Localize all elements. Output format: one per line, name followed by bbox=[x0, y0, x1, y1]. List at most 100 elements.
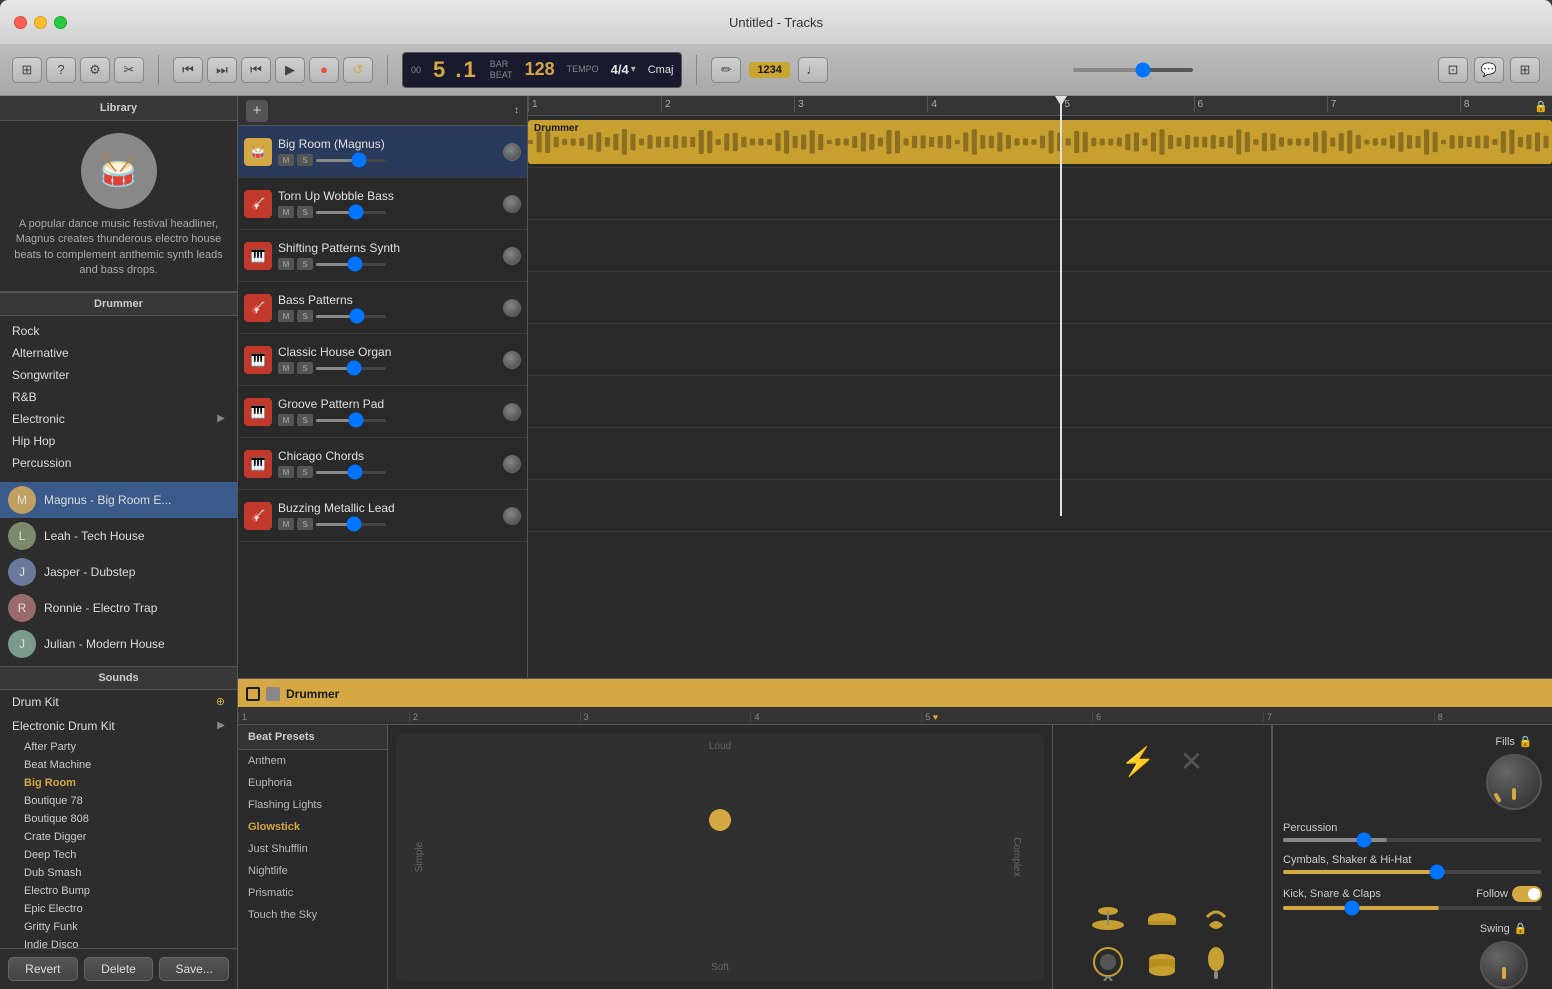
track-row-1[interactable]: 🎸 Torn Up Wobble Bass M S bbox=[238, 178, 527, 230]
preset-electro-bump[interactable]: Electro Bump bbox=[0, 882, 237, 900]
play-button[interactable]: ▶ bbox=[275, 57, 305, 83]
tom-instrument[interactable] bbox=[1143, 943, 1181, 981]
preset-epic-electro[interactable]: Epic Electro bbox=[0, 900, 237, 918]
cycle-button[interactable]: ↺ bbox=[343, 57, 373, 83]
track-pan-6[interactable] bbox=[503, 455, 521, 473]
preset-touch-the-sky[interactable]: Touch the Sky bbox=[238, 904, 387, 926]
preset-prismatic[interactable]: Prismatic bbox=[238, 882, 387, 904]
preset-deep-tech[interactable]: Deep Tech bbox=[0, 846, 237, 864]
drummer-magnus[interactable]: M Magnus - Big Room E... bbox=[0, 482, 237, 518]
track-row-0[interactable]: 🥁 Big Room (Magnus) M S bbox=[238, 126, 527, 178]
track-row-6[interactable]: 🎹 Chicago Chords M S bbox=[238, 438, 527, 490]
track-mute-2[interactable]: M bbox=[278, 258, 294, 270]
save-button[interactable]: Save... bbox=[159, 957, 229, 981]
track-sort-button[interactable]: ↕ bbox=[514, 105, 519, 116]
cymbals-slider[interactable] bbox=[1283, 870, 1542, 874]
track-volume-4[interactable] bbox=[316, 367, 386, 370]
sound-cat-electronic[interactable]: Electronic Drum Kit ▶ bbox=[0, 714, 237, 738]
clap-instrument[interactable] bbox=[1197, 897, 1235, 935]
track-solo-7[interactable]: S bbox=[297, 518, 313, 530]
sound-cat-drumkit[interactable]: Drum Kit ⊕ bbox=[0, 690, 237, 714]
track-row-2[interactable]: 🎹 Shifting Patterns Synth M S bbox=[238, 230, 527, 282]
track-volume-5[interactable] bbox=[316, 419, 386, 422]
preset-boutique-808[interactable]: Boutique 808 bbox=[0, 810, 237, 828]
track-pan-4[interactable] bbox=[503, 351, 521, 369]
track-pan-0[interactable] bbox=[503, 143, 521, 161]
track-volume-2[interactable] bbox=[316, 263, 386, 266]
preset-nightlife[interactable]: Nightlife bbox=[238, 860, 387, 882]
preset-indie-disco[interactable]: Indie Disco bbox=[0, 936, 237, 948]
genre-hiphop[interactable]: Hip Hop bbox=[0, 430, 237, 452]
track-row-7[interactable]: 🎸 Buzzing Metallic Lead M S bbox=[238, 490, 527, 542]
minimize-button[interactable] bbox=[34, 16, 47, 29]
rewind-button[interactable]: ⏮ bbox=[173, 57, 203, 83]
preset-after-party[interactable]: After Party bbox=[0, 738, 237, 756]
kick-slider[interactable] bbox=[1283, 906, 1542, 910]
track-mute-4[interactable]: M bbox=[278, 362, 294, 374]
track-mute-7[interactable]: M bbox=[278, 518, 294, 530]
preset-euphoria[interactable]: Euphoria bbox=[238, 772, 387, 794]
track-row-3[interactable]: 🎸 Bass Patterns M S bbox=[238, 282, 527, 334]
track-solo-1[interactable]: S bbox=[297, 206, 313, 218]
follow-toggle-btn[interactable] bbox=[1512, 886, 1542, 902]
preset-big-room[interactable]: Big Room bbox=[0, 774, 237, 792]
swing-knob[interactable] bbox=[1480, 941, 1528, 989]
track-row-5[interactable]: 🎹 Groove Pattern Pad M S bbox=[238, 386, 527, 438]
preset-dub-smash[interactable]: Dub Smash bbox=[0, 864, 237, 882]
track-pan-1[interactable] bbox=[503, 195, 521, 213]
track-mute-5[interactable]: M bbox=[278, 414, 294, 426]
pad-dot[interactable] bbox=[709, 809, 731, 831]
close-button[interactable] bbox=[14, 16, 27, 29]
track-solo-0[interactable]: S bbox=[297, 154, 313, 166]
scissors-button[interactable]: ✂ bbox=[114, 57, 144, 83]
master-volume-slider[interactable] bbox=[1073, 68, 1193, 72]
preset-gritty-funk[interactable]: Gritty Funk bbox=[0, 918, 237, 936]
track-mute-0[interactable]: M bbox=[278, 154, 294, 166]
preset-anthem[interactable]: Anthem bbox=[238, 750, 387, 772]
lcd-button[interactable]: 1234 bbox=[749, 62, 789, 78]
revert-button[interactable]: Revert bbox=[8, 957, 78, 981]
track-volume-7[interactable] bbox=[316, 523, 386, 526]
go-to-start-button[interactable]: ⏮ bbox=[241, 57, 271, 83]
settings-button[interactable]: ⚙ bbox=[80, 57, 110, 83]
preset-boutique-78[interactable]: Boutique 78 bbox=[0, 792, 237, 810]
track-solo-3[interactable]: S bbox=[297, 310, 313, 322]
share-button[interactable]: ⊞ bbox=[1510, 57, 1540, 83]
track-volume-0[interactable] bbox=[316, 159, 386, 162]
delete-button[interactable]: Delete bbox=[84, 957, 154, 981]
drummer-jasper[interactable]: J Jasper - Dubstep bbox=[0, 554, 237, 590]
fast-forward-button[interactable]: ⏭ bbox=[207, 57, 237, 83]
kick-instrument[interactable] bbox=[1089, 943, 1127, 981]
genre-electronic[interactable]: Electronic ▶ bbox=[0, 408, 237, 430]
track-solo-5[interactable]: S bbox=[297, 414, 313, 426]
track-mute-6[interactable]: M bbox=[278, 466, 294, 478]
metronome-button[interactable]: ♩ bbox=[798, 57, 828, 83]
preset-glowstick[interactable]: Glowstick bbox=[238, 816, 387, 838]
track-volume-3[interactable] bbox=[316, 315, 386, 318]
track-solo-4[interactable]: S bbox=[297, 362, 313, 374]
genre-alternative[interactable]: Alternative bbox=[0, 342, 237, 364]
track-volume-1[interactable] bbox=[316, 211, 386, 214]
track-row-4[interactable]: 🎹 Classic House Organ M S bbox=[238, 334, 527, 386]
preset-beat-machine[interactable]: Beat Machine bbox=[0, 756, 237, 774]
drumkit-add-icon[interactable]: ⊕ bbox=[216, 695, 225, 708]
add-track-button[interactable]: + bbox=[246, 100, 268, 122]
preset-just-shufflin[interactable]: Just Shufflin bbox=[238, 838, 387, 860]
genre-percussion[interactable]: Percussion bbox=[0, 452, 237, 474]
maximize-button[interactable] bbox=[54, 16, 67, 29]
fills-knob[interactable] bbox=[1486, 754, 1542, 810]
preset-flashing-lights[interactable]: Flashing Lights bbox=[238, 794, 387, 816]
chat-button[interactable]: 💬 bbox=[1474, 57, 1504, 83]
track-pan-5[interactable] bbox=[503, 403, 521, 421]
track-volume-6[interactable] bbox=[316, 471, 386, 474]
track-pan-7[interactable] bbox=[503, 507, 521, 525]
preset-crate-digger[interactable]: Crate Digger bbox=[0, 828, 237, 846]
track-pan-2[interactable] bbox=[503, 247, 521, 265]
drummer-ronnie[interactable]: R Ronnie - Electro Trap bbox=[0, 590, 237, 626]
time-sig-group[interactable]: 4/4 ▾ bbox=[611, 62, 636, 77]
genre-rock[interactable]: Rock bbox=[0, 320, 237, 342]
shaker-instrument[interactable] bbox=[1197, 943, 1235, 981]
genre-songwriter[interactable]: Songwriter bbox=[0, 364, 237, 386]
pad-area[interactable]: Loud Soft Simple Complex bbox=[396, 733, 1044, 981]
snare-instrument[interactable] bbox=[1143, 897, 1181, 935]
